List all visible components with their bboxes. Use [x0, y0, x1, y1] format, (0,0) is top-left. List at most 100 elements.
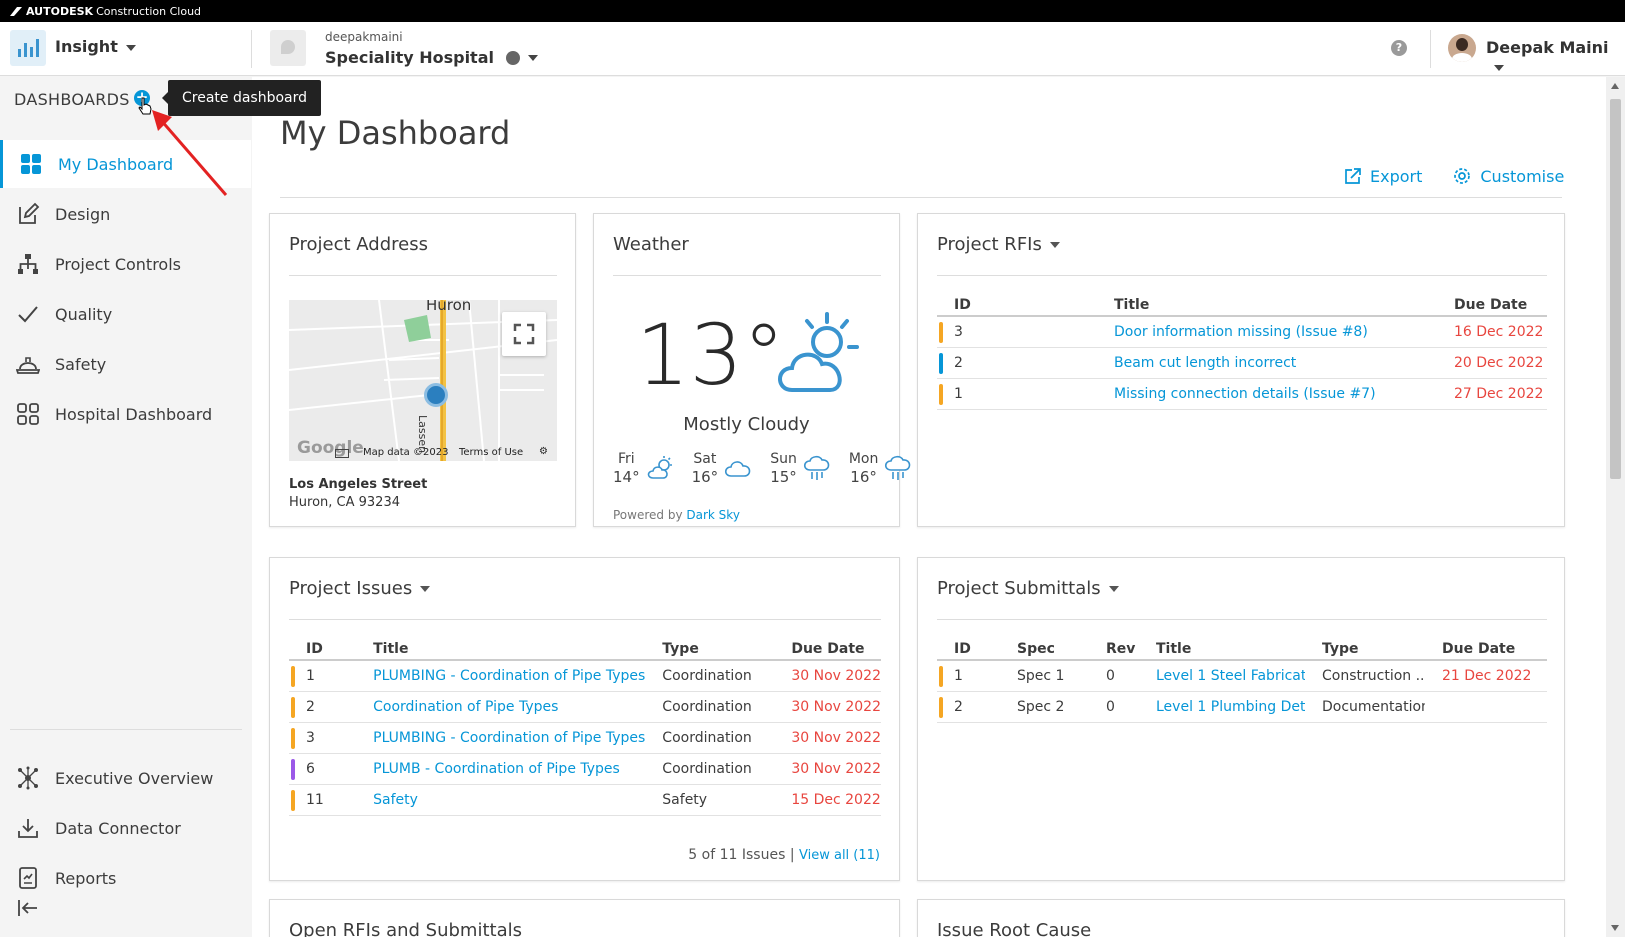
cell-type: Coordination: [645, 753, 775, 785]
cell-due: [1425, 691, 1547, 723]
grid-icon: [21, 154, 41, 174]
partly-cloudy-icon: [647, 456, 672, 479]
fullscreen-icon: [513, 323, 535, 345]
table-row[interactable]: 6 PLUMB - Coordination of Pipe Types Coord…: [289, 753, 881, 785]
collapse-sidebar-icon[interactable]: [17, 897, 39, 919]
column-header[interactable]: Type: [645, 634, 775, 661]
issues-filter-dropdown[interactable]: Project Issues: [289, 578, 431, 599]
divider: [251, 30, 252, 68]
keyboard-icon[interactable]: [335, 449, 349, 458]
table-row[interactable]: 2 Spec 2 0 Level 1 Plumbing Det... Documenta…: [937, 691, 1547, 723]
sidebar-item-safety[interactable]: Safety: [0, 340, 251, 388]
cell-title[interactable]: Level 1 Plumbing Det...: [1139, 691, 1305, 723]
map-view[interactable]: Huron Lassen Google Map data ©2023 Terms…: [289, 300, 557, 461]
scroll-thumb[interactable]: [1610, 99, 1621, 479]
cell-title[interactable]: PLUMBING - Coordination of Pipe Types: [356, 660, 646, 692]
export-icon: [1345, 168, 1361, 184]
cell-id: 6: [289, 753, 357, 785]
table-row[interactable]: 1 PLUMBING - Coordination of Pipe Types Co…: [289, 660, 881, 692]
export-label: Export: [1370, 166, 1423, 186]
cell-id: 2: [289, 691, 357, 723]
map-settings-icon[interactable]: ⚙: [539, 446, 548, 457]
cell-due: 15 Dec 2022: [774, 784, 881, 816]
cell-due: 30 Nov 2022: [774, 691, 881, 723]
user-menu[interactable]: Deepak Maini: [1486, 38, 1625, 76]
table-row[interactable]: 11 Safety Safety 15 Dec 2022: [289, 784, 881, 816]
sidebar-item-data-connector[interactable]: Data Connector: [0, 804, 251, 852]
cell-title[interactable]: PLUMB - Coordination of Pipe Types: [356, 753, 646, 785]
forecast-day: Mon 16°: [849, 450, 913, 486]
dashboards-header: DASHBOARDS: [14, 90, 130, 109]
cell-id: 2: [937, 691, 1000, 723]
cell-title[interactable]: Beam cut length incorrect: [1097, 347, 1437, 379]
scroll-up-icon[interactable]: [1611, 83, 1619, 89]
sidebar-item-quality[interactable]: Quality: [0, 290, 251, 338]
project-selector[interactable]: Speciality Hospital: [325, 48, 538, 67]
submittals-table: ID Spec Rev Title Type Due Date 1 Spec 10…: [937, 634, 1547, 723]
cell-rev: 0: [1089, 691, 1139, 723]
weather-summary: Mostly Cloudy: [683, 414, 810, 435]
table-row[interactable]: 3 Door information missing (Issue #8) 16 D…: [937, 316, 1547, 348]
map-terms-link[interactable]: Terms of Use: [459, 447, 523, 458]
report-icon: [19, 867, 37, 889]
sidebar-item-hospital-dashboard[interactable]: Hospital Dashboard: [0, 390, 251, 438]
red-arrow-annotation: [152, 110, 228, 196]
dark-sky-link[interactable]: Dark Sky: [686, 508, 740, 522]
column-header[interactable]: ID: [937, 634, 1000, 661]
address-line-1: Los Angeles Street: [289, 477, 428, 492]
table-row[interactable]: 2 Beam cut length incorrect 20 Dec 2022: [937, 347, 1547, 379]
sidebar-item-reports[interactable]: Reports: [0, 854, 251, 902]
chevron-down-icon: [1494, 64, 1504, 71]
project-thumbnail[interactable]: [270, 30, 306, 66]
column-header[interactable]: Due Date: [774, 634, 881, 661]
cell-title[interactable]: Level 1 Steel Fabricat...: [1139, 660, 1305, 692]
column-header[interactable]: Title: [356, 634, 646, 661]
page-scrollbar[interactable]: [1606, 77, 1625, 937]
column-header[interactable]: Rev: [1089, 634, 1139, 661]
map-fullscreen-button[interactable]: [502, 312, 546, 356]
check-icon: [18, 306, 38, 323]
rfis-filter-dropdown[interactable]: Project RFIs: [937, 234, 1060, 255]
sidebar-item-executive-overview[interactable]: Executive Overview: [0, 754, 251, 802]
map-location-pin-icon[interactable]: [424, 383, 448, 407]
cell-title[interactable]: Coordination of Pipe Types: [356, 691, 646, 723]
divider: [289, 275, 557, 276]
column-header[interactable]: Due Date: [1425, 634, 1547, 661]
app-switcher[interactable]: Insight: [55, 37, 136, 56]
cell-title[interactable]: Door information missing (Issue #8): [1097, 316, 1437, 348]
cell-title[interactable]: Missing connection details (Issue #7): [1097, 378, 1437, 410]
scroll-down-icon[interactable]: [1611, 925, 1619, 931]
view-all-issues-link[interactable]: View all (11): [799, 848, 880, 863]
table-row[interactable]: 3 PLUMBING - Coordination of Pipe Types Co…: [289, 722, 881, 754]
column-header[interactable]: ID: [937, 290, 1097, 317]
cell-rev: 0: [1089, 660, 1139, 692]
table-row[interactable]: 1 Spec 1 0 Level 1 Steel Fabricat... Constru…: [937, 660, 1547, 692]
column-header[interactable]: Due Date: [1437, 290, 1547, 317]
column-header[interactable]: Title: [1097, 290, 1437, 317]
submittals-filter-dropdown[interactable]: Project Submittals: [937, 578, 1119, 599]
avatar[interactable]: [1448, 34, 1476, 62]
brand-company: AUTODESK: [26, 4, 94, 18]
column-header[interactable]: Spec: [1000, 634, 1089, 661]
cell-title[interactable]: PLUMBING - Coordination of Pipe Types: [356, 722, 646, 754]
forecast-day-label: Sat: [693, 451, 717, 467]
forecast-day-label: Fri: [617, 451, 635, 467]
powered-by-label: Powered by: [613, 508, 683, 522]
table-row[interactable]: 1 Missing connection details (Issue #7) 27…: [937, 378, 1547, 410]
divider: [1430, 30, 1431, 68]
column-header[interactable]: Type: [1305, 634, 1425, 661]
export-button[interactable]: Export: [1344, 166, 1422, 186]
column-header[interactable]: ID: [289, 634, 357, 661]
edit-icon: [19, 202, 40, 224]
sidebar-item-project-controls[interactable]: Project Controls: [0, 240, 251, 288]
insight-app-icon[interactable]: [10, 30, 46, 66]
customise-button[interactable]: Customise: [1452, 166, 1564, 186]
cell-type: Construction ...: [1305, 660, 1425, 692]
map-footer: Google Map data ©2023 Terms of Use ⚙: [289, 438, 557, 461]
column-header[interactable]: Title: [1139, 634, 1305, 661]
help-icon[interactable]: ?: [1391, 40, 1407, 56]
rain-icon: [803, 455, 830, 480]
table-row[interactable]: 2 Coordination of Pipe Types Coordination 3…: [289, 691, 881, 723]
cell-title[interactable]: Safety: [356, 784, 646, 816]
forecast-temp: 16°: [691, 468, 719, 486]
